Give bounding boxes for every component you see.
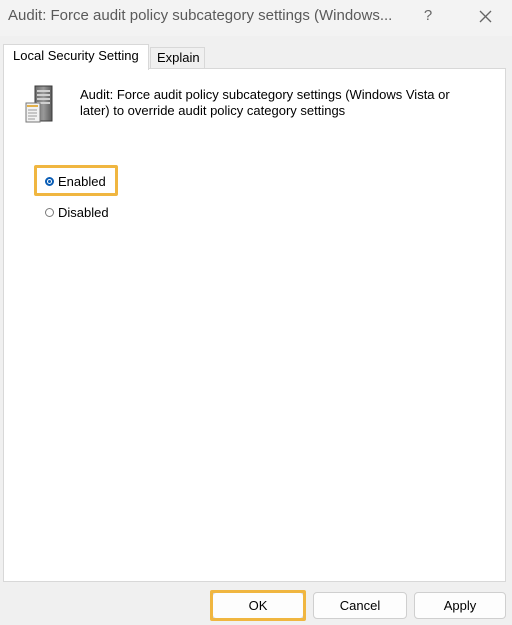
tab-explain[interactable]: Explain (150, 47, 205, 69)
help-button[interactable]: ? (416, 4, 440, 30)
option-enabled[interactable]: Enabled (45, 171, 106, 191)
radio-enabled[interactable] (45, 176, 54, 186)
close-button[interactable] (472, 6, 498, 28)
tab-local-security-setting[interactable]: Local Security Setting (3, 44, 149, 70)
ok-button[interactable]: OK (212, 592, 304, 619)
apply-button[interactable]: Apply (414, 592, 506, 619)
policy-description: Audit: Force audit policy subcategory se… (80, 87, 450, 118)
server-icon (23, 85, 57, 127)
settings-panel: Audit: Force audit policy subcategory se… (3, 68, 506, 582)
cancel-button[interactable]: Cancel (313, 592, 407, 619)
close-icon (479, 10, 492, 23)
option-disabled[interactable]: Disabled (45, 202, 109, 222)
option-enabled-label: Enabled (58, 173, 106, 189)
title-bar: Audit: Force audit policy subcategory se… (0, 0, 512, 36)
radio-disabled[interactable] (45, 207, 54, 217)
window-title: Audit: Force audit policy subcategory se… (8, 7, 393, 24)
option-disabled-label: Disabled (58, 204, 109, 220)
